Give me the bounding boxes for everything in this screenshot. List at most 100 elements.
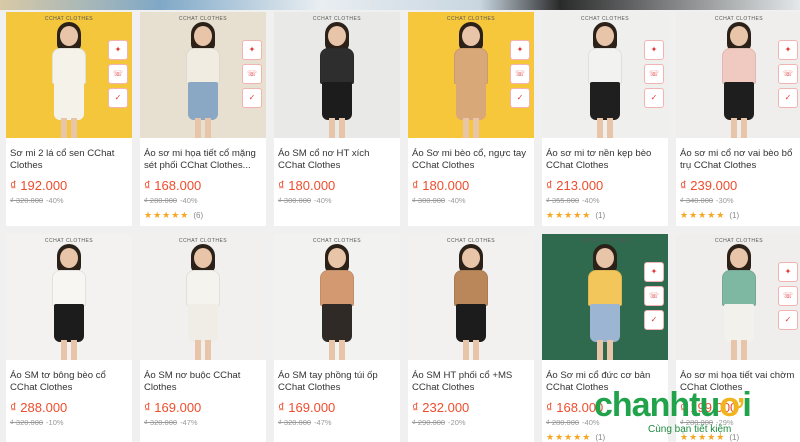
original-price: ₫ 290.000 xyxy=(412,418,446,427)
promo-badge-icon: ✦ xyxy=(644,262,664,282)
discount-percent: -20% xyxy=(448,418,466,427)
product-name[interactable]: Áo SM tay phồng túi ốp CChat Clothes xyxy=(278,370,396,394)
review-count: (6) xyxy=(193,211,204,220)
product-card[interactable]: CCHAT CLOTHES Áo SM HT phối cổ +MS CChat … xyxy=(408,234,534,442)
product-price: ₫ 169.000 xyxy=(144,400,202,415)
product-card[interactable]: CCHAT CLOTHES Áo SM nơ buộc CChat Clothes… xyxy=(140,234,266,442)
product-card[interactable]: CCHAT CLOTHES ✦ ☏ ✓ Sơ mi 2 lá cổ sen CChat … xyxy=(6,12,132,226)
banner-strip xyxy=(0,0,800,10)
product-card[interactable]: CCHAT CLOTHES ✦ ☏ ✓ Áo sơ mi tơ nền kẹp bèo … xyxy=(542,12,668,226)
product-name[interactable]: Áo SM cổ nơ HT xích CChat Clothes xyxy=(278,148,396,172)
promo-badge-icon: ✓ xyxy=(778,310,798,330)
original-price-row: ₫ 300.000 -40% xyxy=(412,196,530,205)
product-image[interactable]: CCHAT CLOTHES ✦ ☏ ✓ xyxy=(542,234,668,360)
promo-badge-icon: ✦ xyxy=(778,40,798,60)
product-price: ₫ 213.000 xyxy=(546,178,604,193)
promo-badges: ✦ ☏ ✓ xyxy=(242,40,262,108)
product-image[interactable]: CCHAT CLOTHES ✦ ☏ ✓ xyxy=(140,12,266,138)
promo-badge-icon: ☏ xyxy=(778,64,798,84)
original-price: ₫ 355.000 xyxy=(546,196,580,205)
product-name[interactable]: Áo Sơ mi bèo cổ, ngực tay CChat Clothes xyxy=(412,148,530,172)
discount-percent: -40% xyxy=(314,196,332,205)
original-price-row: ₫ 320.000 -47% xyxy=(278,418,396,427)
product-image[interactable]: CCHAT CLOTHES xyxy=(274,12,400,138)
product-price: ₫ 180.000 xyxy=(278,178,336,193)
discount-percent: -40% xyxy=(448,196,466,205)
discount-percent: -40% xyxy=(46,196,64,205)
promo-badge-icon: ✓ xyxy=(778,88,798,108)
product-image[interactable]: CCHAT CLOTHES ✦ ☏ ✓ xyxy=(676,234,800,360)
rating-stars-icon: ★★★★★ (6) xyxy=(144,210,204,220)
original-price: ₫ 320.000 xyxy=(278,418,312,427)
product-price: ₫ 180.000 xyxy=(412,178,470,193)
discount-percent: -40% xyxy=(180,196,198,205)
product-name[interactable]: Áo SM nơ buộc CChat Clothes xyxy=(144,370,262,394)
original-price: ₫ 280.000 xyxy=(144,196,178,205)
product-name[interactable]: Áo SM HT phối cổ +MS CChat Clothes xyxy=(412,370,530,394)
promo-badges: ✦ ☏ ✓ xyxy=(108,40,128,108)
original-price: ₫ 320.000 xyxy=(10,196,44,205)
watermark-logo-text: chanhtuơi xyxy=(594,386,752,424)
promo-badge-icon: ✓ xyxy=(510,88,530,108)
product-price: ₫ 168.000 xyxy=(144,178,202,193)
product-image[interactable]: CCHAT CLOTHES ✦ ☏ ✓ xyxy=(408,12,534,138)
promo-badge-icon: ☏ xyxy=(242,64,262,84)
promo-badge-icon: ☏ xyxy=(108,64,128,84)
promo-badge-icon: ✦ xyxy=(242,40,262,60)
discount-percent: -30% xyxy=(716,196,734,205)
promo-badge-icon: ✓ xyxy=(108,88,128,108)
product-card[interactable]: CCHAT CLOTHES ✦ ☏ ✓ Áo sơ mi họa tiết cổ mặn… xyxy=(140,12,266,226)
product-price: ₫ 232.000 xyxy=(412,400,470,415)
product-price: ₫ 192.000 xyxy=(10,178,68,193)
original-price: ₫ 320.000 xyxy=(10,418,44,427)
promo-badge-icon: ✓ xyxy=(644,88,664,108)
original-price: ₫ 280.000 xyxy=(546,418,580,427)
original-price-row: ₫ 280.000 -40% xyxy=(144,196,262,205)
product-name[interactable]: Áo sơ mi họa tiết cổ mặng sét phối CChat… xyxy=(144,148,262,172)
review-count: (1) xyxy=(595,211,606,220)
product-image[interactable]: CCHAT CLOTHES xyxy=(274,234,400,360)
product-image[interactable]: CCHAT CLOTHES ✦ ☏ ✓ xyxy=(676,12,800,138)
product-image[interactable]: CCHAT CLOTHES xyxy=(408,234,534,360)
promo-badge-icon: ✦ xyxy=(778,262,798,282)
rating-stars-icon: ★★★★★ (1) xyxy=(546,210,606,220)
product-name[interactable]: Áo SM tơ bông bèo cổ CChat Clothes xyxy=(10,370,128,394)
promo-badge-icon: ☏ xyxy=(510,64,530,84)
promo-badges: ✦ ☏ ✓ xyxy=(644,262,664,330)
promo-badges: ✦ ☏ ✓ xyxy=(644,40,664,108)
promo-badges: ✦ ☏ ✓ xyxy=(778,40,798,108)
product-card[interactable]: CCHAT CLOTHES Áo SM cổ nơ HT xích CChat C… xyxy=(274,12,400,226)
discount-percent: -10% xyxy=(46,418,64,427)
product-price: ₫ 239.000 xyxy=(680,178,738,193)
product-card[interactable]: CCHAT CLOTHES Áo SM tay phồng túi ốp CCha… xyxy=(274,234,400,442)
product-price: ₫ 169.000 xyxy=(278,400,336,415)
product-card[interactable]: CCHAT CLOTHES ✦ ☏ ✓ Áo sơ mi cổ nơ vai bèo b… xyxy=(676,12,800,226)
discount-percent: -40% xyxy=(582,196,600,205)
watermark-logo: chanhtuơi Cùng bạn tiết kiệm xyxy=(586,386,800,442)
promo-badge-icon: ✦ xyxy=(108,40,128,60)
product-image[interactable]: CCHAT CLOTHES xyxy=(140,234,266,360)
product-card[interactable]: CCHAT CLOTHES ✦ ☏ ✓ Áo Sơ mi bèo cổ, ngực ta… xyxy=(408,12,534,226)
product-image[interactable]: CCHAT CLOTHES xyxy=(6,234,132,360)
original-price-row: ₫ 340.000 -30% xyxy=(680,196,798,205)
product-image[interactable]: CCHAT CLOTHES ✦ ☏ ✓ xyxy=(542,12,668,138)
promo-badge-icon: ✦ xyxy=(510,40,530,60)
original-price-row: ₫ 320.000 -10% xyxy=(10,418,128,427)
product-name[interactable]: Sơ mi 2 lá cổ sen CChat Clothes xyxy=(10,148,128,172)
original-price: ₫ 320.000 xyxy=(144,418,178,427)
rating-stars-icon: ★★★★★ (1) xyxy=(680,210,740,220)
original-price: ₫ 300.000 xyxy=(412,196,446,205)
original-price-row: ₫ 320.000 -40% xyxy=(10,196,128,205)
promo-badges: ✦ ☏ ✓ xyxy=(510,40,530,108)
original-price-row: ₫ 320.000 -47% xyxy=(144,418,262,427)
product-price: ₫ 288.000 xyxy=(10,400,68,415)
product-card[interactable]: CCHAT CLOTHES Áo SM tơ bông bèo cổ CChat … xyxy=(6,234,132,442)
product-image[interactable]: CCHAT CLOTHES ✦ ☏ ✓ xyxy=(6,12,132,138)
product-name[interactable]: Áo sơ mi cổ nơ vai bèo bổ trụ CChat Clot… xyxy=(680,148,798,172)
product-grid: CCHAT CLOTHES ✦ ☏ ✓ Sơ mi 2 lá cổ sen CChat … xyxy=(6,12,800,442)
discount-percent: -47% xyxy=(314,418,332,427)
promo-badge-icon: ✦ xyxy=(644,40,664,60)
original-price-row: ₫ 355.000 -40% xyxy=(546,196,664,205)
product-name[interactable]: Áo sơ mi tơ nền kẹp bèo CChat Clothes xyxy=(546,148,664,172)
promo-badge-icon: ☏ xyxy=(644,286,664,306)
